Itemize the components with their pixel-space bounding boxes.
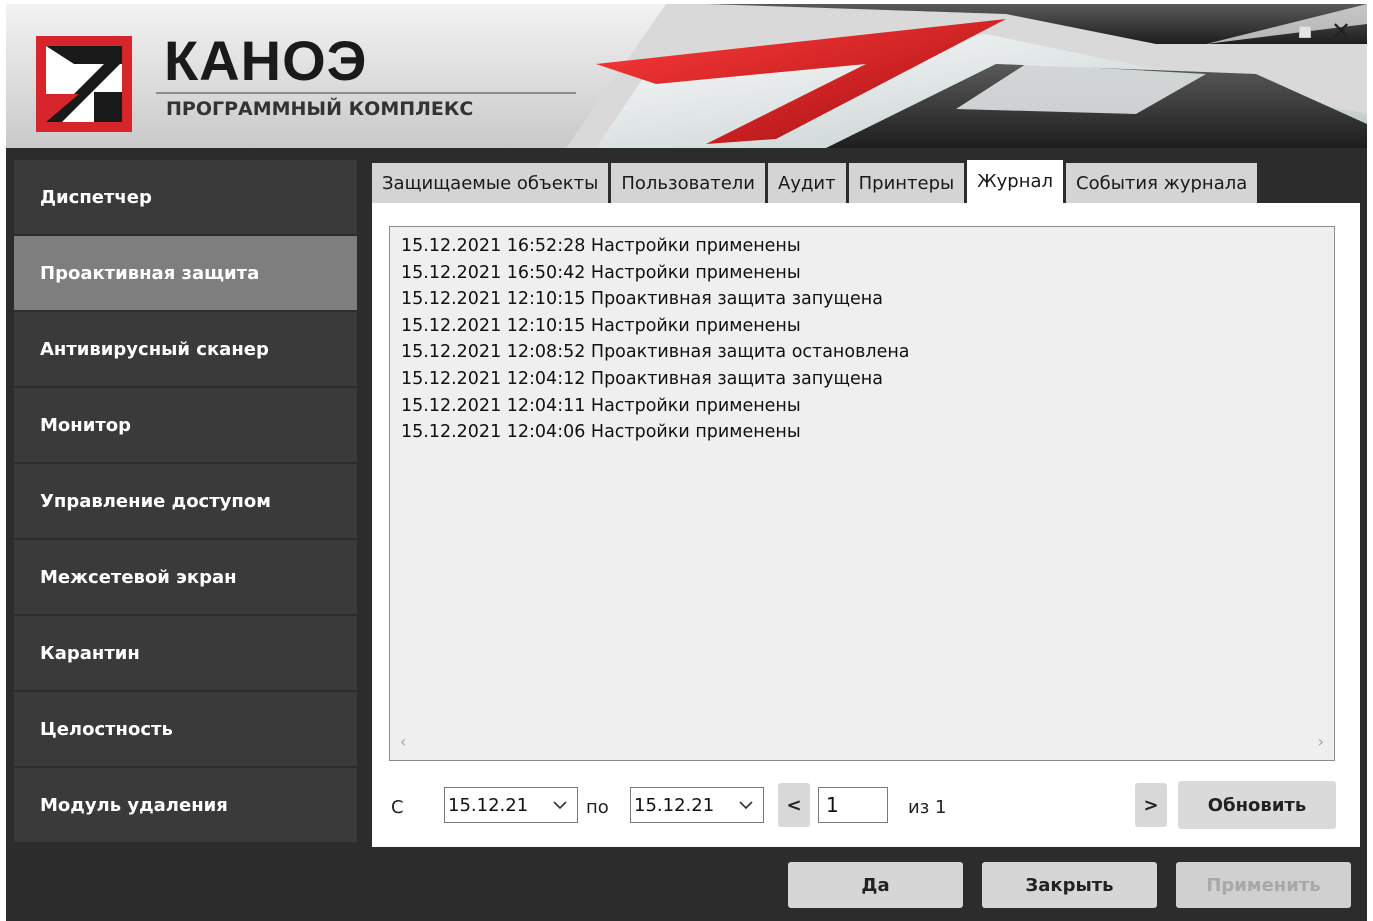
sidebar-item-label: Антивирусный сканер bbox=[40, 338, 269, 360]
list-item[interactable]: 15.12.2021 12:10:15 Проактивная защита з… bbox=[401, 286, 910, 313]
brand-divider bbox=[156, 92, 576, 94]
chevron-down-icon bbox=[553, 801, 567, 810]
sidebar-item-firewall[interactable]: Межсетевой экран bbox=[14, 540, 357, 614]
next-page-button[interactable]: > bbox=[1135, 783, 1167, 827]
scroll-right-icon[interactable]: › bbox=[1318, 732, 1324, 751]
tab-bar: Защищаемые объекты Пользователи Аудит Пр… bbox=[372, 160, 1260, 203]
tab-audit[interactable]: Аудит bbox=[768, 163, 846, 203]
sidebar-item-label: Проактивная защита bbox=[40, 262, 260, 284]
horizontal-scrollbar[interactable]: ‹ › bbox=[390, 726, 1334, 760]
list-item[interactable]: 15.12.2021 12:04:11 Настройки применены bbox=[401, 393, 910, 420]
tab-users[interactable]: Пользователи bbox=[611, 163, 765, 203]
sidebar-item-access-control[interactable]: Управление доступом bbox=[14, 464, 357, 538]
sidebar-item-label: Модуль удаления bbox=[40, 794, 228, 816]
chevron-down-icon bbox=[739, 801, 753, 810]
sidebar-item-label: Управление доступом bbox=[40, 490, 271, 512]
scroll-left-icon[interactable]: ‹ bbox=[400, 732, 406, 751]
tab-printers[interactable]: Принтеры bbox=[848, 163, 965, 203]
maximize-icon bbox=[1299, 25, 1311, 38]
refresh-button[interactable]: Обновить bbox=[1178, 781, 1336, 829]
sidebar-item-antivirus-scanner[interactable]: Антивирусный сканер bbox=[14, 312, 357, 386]
sidebar-item-proactive-protection[interactable]: Проактивная защита bbox=[14, 236, 357, 310]
sidebar-nav: Диспетчер Проактивная защита Антивирусны… bbox=[14, 160, 357, 844]
journal-panel: 15.12.2021 16:52:28 Настройки применены … bbox=[372, 203, 1360, 847]
from-date-value: 15.12.21 bbox=[448, 794, 529, 816]
list-item[interactable]: 15.12.2021 16:50:42 Настройки применены bbox=[401, 260, 910, 287]
sidebar-item-label: Целостность bbox=[40, 718, 173, 740]
to-date-value: 15.12.21 bbox=[634, 794, 715, 816]
sidebar-item-dispatcher[interactable]: Диспетчер bbox=[14, 160, 357, 234]
tab-journal-events[interactable]: События журнала bbox=[1066, 163, 1258, 203]
sidebar-item-label: Карантин bbox=[40, 642, 140, 664]
log-list[interactable]: 15.12.2021 16:52:28 Настройки применены … bbox=[389, 226, 1335, 761]
sidebar-item-integrity[interactable]: Целостность bbox=[14, 692, 357, 766]
prev-page-button[interactable]: < bbox=[778, 783, 810, 827]
log-lines: 15.12.2021 16:52:28 Настройки применены … bbox=[401, 233, 910, 446]
sidebar-item-label: Диспетчер bbox=[40, 186, 152, 208]
sidebar-item-label: Монитор bbox=[40, 414, 132, 436]
sidebar-item-removal-module[interactable]: Модуль удаления bbox=[14, 768, 357, 842]
list-item[interactable]: 15.12.2021 12:10:15 Настройки применены bbox=[401, 313, 910, 340]
from-date-picker[interactable]: 15.12.21 bbox=[444, 787, 578, 823]
brand-title: КАНОЭ bbox=[164, 29, 368, 92]
to-label: по bbox=[586, 797, 609, 818]
app-window: КАНОЭ ПРОГРАММНЫЙ КОМПЛЕКС _ ✕ Диспетчер… bbox=[6, 4, 1367, 921]
list-item[interactable]: 15.12.2021 12:08:52 Проактивная защита о… bbox=[401, 339, 910, 366]
sidebar-item-monitor[interactable]: Монитор bbox=[14, 388, 357, 462]
close-window-button[interactable]: ✕ bbox=[1326, 16, 1356, 46]
to-date-picker[interactable]: 15.12.21 bbox=[630, 787, 764, 823]
maximize-button[interactable] bbox=[1290, 16, 1320, 46]
apply-button[interactable]: Применить bbox=[1176, 862, 1351, 908]
filter-bar: С 15.12.21 по 15.12.21 < 1 из 1 > Обнови… bbox=[372, 777, 1360, 837]
sidebar-item-label: Межсетевой экран bbox=[40, 566, 237, 588]
brand-subtitle: ПРОГРАММНЫЙ КОМПЛЕКС bbox=[166, 98, 474, 120]
minimize-button[interactable]: _ bbox=[1246, 16, 1276, 46]
close-button[interactable]: Закрыть bbox=[982, 862, 1157, 908]
list-item[interactable]: 15.12.2021 16:52:28 Настройки применены bbox=[401, 233, 910, 260]
tab-protected-objects[interactable]: Защищаемые объекты bbox=[372, 163, 609, 203]
ok-button[interactable]: Да bbox=[788, 862, 963, 908]
app-header: КАНОЭ ПРОГРАММНЫЙ КОМПЛЕКС _ ✕ bbox=[6, 4, 1367, 148]
kanoe-logo bbox=[36, 36, 132, 132]
from-label: С bbox=[391, 797, 404, 818]
page-number-input[interactable]: 1 bbox=[818, 787, 888, 823]
tab-journal[interactable]: Журнал bbox=[967, 160, 1064, 203]
list-item[interactable]: 15.12.2021 12:04:12 Проактивная защита з… bbox=[401, 366, 910, 393]
sidebar-item-quarantine[interactable]: Карантин bbox=[14, 616, 357, 690]
page-total-label: из 1 bbox=[908, 797, 947, 818]
list-item[interactable]: 15.12.2021 12:04:06 Настройки применены bbox=[401, 419, 910, 446]
